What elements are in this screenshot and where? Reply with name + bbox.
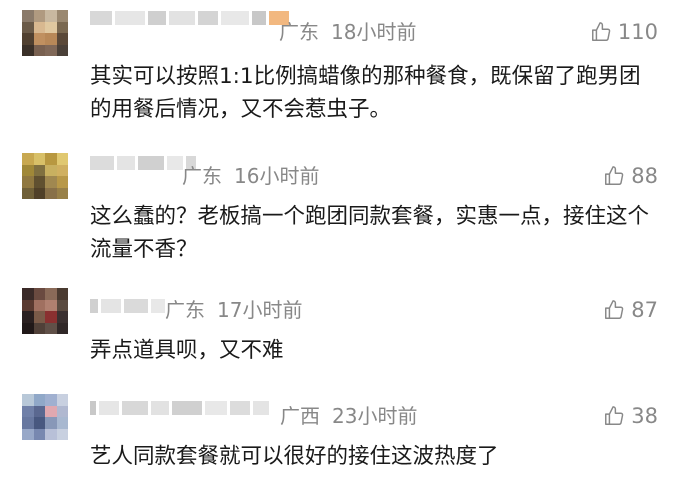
comment-time: 23小时前: [332, 404, 418, 428]
username-blurred[interactable]: [90, 400, 269, 416]
comment-text: 弄点道具呗，又不难: [90, 338, 284, 363]
username-blurred[interactable]: [90, 10, 289, 26]
username-blurred[interactable]: [90, 155, 196, 171]
comment-time: 18小时前: [331, 20, 417, 44]
avatar[interactable]: [22, 153, 68, 199]
comment-text: 艺人同款套餐就可以很好的接住这波热度了: [90, 444, 499, 469]
comment-item: 广东 16小时前 88 这么蠢的？老板搞一个跑团同款套餐，实惠一点，接住这个流量不…: [0, 145, 674, 280]
like-count: 110: [617, 20, 658, 44]
comment-location: 广西: [280, 404, 320, 428]
like-button[interactable]: 110: [590, 20, 658, 44]
comment-item: 广西 23小时前 38 艺人同款套餐就可以很好的接住这波热度了: [0, 388, 674, 486]
comment-item: 广东 17小时前 87 弄点道具呗，又不难: [0, 282, 674, 382]
avatar[interactable]: [22, 394, 68, 440]
like-count: 87: [631, 298, 658, 322]
username-blurred[interactable]: [90, 298, 165, 314]
comment-text: 这么蠢的？老板搞一个跑团同款套餐，实惠一点，接住这个流量不香？: [90, 204, 650, 262]
thumbs-up-icon: [591, 22, 611, 41]
thumbs-up-icon: [605, 300, 624, 319]
comment-meta: 广东 16小时前: [182, 164, 319, 188]
comment-location: 广东: [279, 20, 319, 44]
thumbs-up-icon: [605, 166, 624, 185]
comment-time: 17小时前: [217, 298, 303, 322]
like-count: 88: [631, 164, 658, 188]
like-button[interactable]: 87: [603, 298, 658, 322]
avatar[interactable]: [22, 10, 68, 56]
comment-time: 16小时前: [234, 164, 320, 188]
comment-text: 其实可以按照1:1比例搞蜡像的那种餐食，既保留了跑男团的用餐后情况，又不会惹虫子…: [90, 64, 641, 122]
thumbs-up-icon: [605, 406, 624, 425]
comment-meta: 广西 23小时前: [280, 404, 417, 428]
like-count: 38: [631, 404, 658, 428]
comment-location: 广东: [182, 164, 222, 188]
comment-meta: 广东 17小时前: [165, 298, 302, 322]
comment-meta: 广东 18小时前: [279, 20, 416, 44]
comment-location: 广东: [165, 298, 205, 322]
avatar[interactable]: [22, 288, 68, 334]
comment-item: 广东 18小时前 110 其实可以按照1:1比例搞蜡像的那种餐食，既保留了跑男团的…: [0, 0, 674, 140]
like-button[interactable]: 38: [603, 404, 658, 428]
like-button[interactable]: 88: [603, 164, 658, 188]
